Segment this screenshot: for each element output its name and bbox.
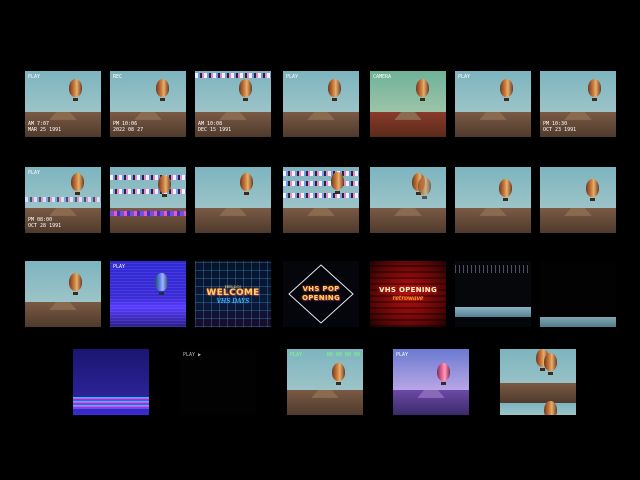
balloon-icon bbox=[155, 273, 168, 295]
balloon-icon bbox=[499, 179, 512, 201]
balloon-icon bbox=[586, 179, 599, 201]
thumbnail-3-2[interactable]: PLAY bbox=[110, 261, 186, 327]
thumbnail-2-4[interactable] bbox=[283, 167, 359, 233]
glitch-band bbox=[455, 265, 531, 273]
glitch-band bbox=[73, 397, 149, 409]
thumbnail-1-3[interactable]: AM 10:08 DEC 15 1991 bbox=[195, 71, 271, 137]
title-text: VHS OPENING bbox=[379, 286, 437, 294]
osd-timestamp: PM 08:00 OCT 28 1991 bbox=[28, 217, 62, 229]
thumbnail-3-5[interactable]: VHS OPENING retrowave bbox=[370, 261, 446, 327]
balloon-icon bbox=[69, 273, 82, 295]
glitch-band bbox=[283, 193, 359, 198]
balloon-icon bbox=[71, 173, 84, 195]
sky bbox=[540, 167, 616, 208]
thumbnail-4-3[interactable]: PLAY 00 00 00 00 bbox=[287, 349, 363, 415]
osd-timestamp: AM 7:07 MAR 25 1991 bbox=[28, 121, 62, 133]
thumbnail-3-4[interactable]: VHS POP OPENING bbox=[283, 261, 359, 327]
thumbnail-4-1[interactable] bbox=[73, 349, 149, 415]
thumbnail-3-1[interactable] bbox=[25, 261, 101, 327]
thumbnail-2-7[interactable] bbox=[540, 167, 616, 233]
title-text: WELCOME bbox=[206, 287, 260, 298]
glitch-band bbox=[283, 171, 359, 176]
sky bbox=[25, 261, 101, 302]
osd-timestamp: PM 10:06 2022 08 27 bbox=[113, 121, 144, 133]
osd-mode: PLAY bbox=[28, 74, 41, 80]
osd-mode: PLAY ▶ bbox=[183, 352, 202, 358]
osd-timestamp: AM 10:08 DEC 15 1991 bbox=[198, 121, 232, 133]
thumbnail-1-2[interactable]: REC PM 10:06 2022 08 27 bbox=[110, 71, 186, 137]
glitch-band bbox=[500, 403, 576, 415]
balloon-icon bbox=[331, 172, 344, 194]
balloon-icon bbox=[240, 173, 253, 195]
osd-timestamp: PM 10:30 OCT 23 1991 bbox=[543, 121, 577, 133]
thumbnail-4-5[interactable] bbox=[500, 349, 576, 415]
glitch-band bbox=[540, 317, 616, 327]
thumbnail-2-2[interactable] bbox=[110, 167, 186, 233]
thumbnail-2-1[interactable]: PLAY PM 08:00 OCT 28 1991 bbox=[25, 167, 101, 233]
osd-mode: REC bbox=[113, 74, 123, 80]
osd-mode: PLAY bbox=[286, 74, 299, 80]
sky bbox=[455, 167, 531, 208]
sky bbox=[370, 167, 446, 208]
vhs-pop-title-card: VHS POP OPENING bbox=[283, 261, 359, 327]
osd-mode: PLAY bbox=[290, 352, 303, 358]
balloon-icon bbox=[437, 363, 450, 385]
balloon-icon bbox=[416, 79, 429, 101]
thumbnail-4-4[interactable]: PLAY bbox=[393, 349, 469, 415]
sky bbox=[195, 167, 271, 208]
balloon-icon bbox=[332, 363, 345, 385]
osd-mode: PLAY bbox=[113, 264, 126, 270]
thumbnail-3-7[interactable] bbox=[540, 261, 616, 327]
thumbnail-1-6[interactable]: PLAY bbox=[455, 71, 531, 137]
balloon-icon bbox=[328, 79, 341, 101]
glitch-band bbox=[110, 175, 186, 180]
vhs-opening-title-card: VHS OPENING retrowave bbox=[370, 261, 446, 327]
balloon-icon bbox=[156, 79, 169, 101]
thumbnail-1-1[interactable]: PLAY AM 7:07 MAR 25 1991 bbox=[25, 71, 101, 137]
title-text: VHS POP OPENING bbox=[301, 285, 341, 302]
thumbnail-1-7[interactable]: PM 10:30 OCT 23 1991 bbox=[540, 71, 616, 137]
glitch-band bbox=[455, 307, 531, 317]
thumbnail-2-6[interactable] bbox=[455, 167, 531, 233]
glitch-band bbox=[25, 197, 101, 202]
sky bbox=[110, 167, 186, 208]
title-subtitle: VHS DAYS bbox=[216, 297, 250, 305]
glitch-band bbox=[110, 189, 186, 194]
glitch-band bbox=[110, 211, 186, 216]
thumbnail-1-4[interactable]: PLAY bbox=[283, 71, 359, 137]
thumbnail-2-3[interactable] bbox=[195, 167, 271, 233]
balloon-icon bbox=[418, 177, 431, 199]
balloon-icon bbox=[158, 175, 171, 197]
glitch-band bbox=[195, 73, 271, 78]
scanlines bbox=[110, 261, 186, 327]
balloon-icon bbox=[239, 79, 252, 101]
ground bbox=[500, 383, 576, 404]
balloon-icon bbox=[544, 353, 557, 375]
glitch-band bbox=[283, 181, 359, 186]
osd-counter: 00 00 00 00 bbox=[326, 352, 360, 358]
balloon-icon bbox=[588, 79, 601, 101]
thumbnail-4-2[interactable]: PLAY ▶ bbox=[180, 349, 256, 415]
osd-mode: PLAY bbox=[396, 352, 409, 358]
balloon-icon bbox=[544, 401, 557, 415]
sky bbox=[540, 71, 616, 112]
balloon-icon bbox=[500, 79, 513, 101]
title-subtitle: retrowave bbox=[392, 295, 424, 302]
osd-mode: PLAY bbox=[28, 170, 41, 176]
osd-mode: CAMERA bbox=[373, 74, 392, 80]
welcome-title-card: HELLO! WELCOME VHS DAYS bbox=[195, 261, 271, 327]
balloon-icon bbox=[69, 79, 82, 101]
thumbnail-3-6[interactable] bbox=[455, 261, 531, 327]
thumbnail-3-3[interactable]: HELLO! WELCOME VHS DAYS bbox=[195, 261, 271, 327]
osd-mode: PLAY bbox=[458, 74, 471, 80]
thumbnail-2-5[interactable] bbox=[370, 167, 446, 233]
thumbnail-1-5[interactable]: CAMERA bbox=[370, 71, 446, 137]
